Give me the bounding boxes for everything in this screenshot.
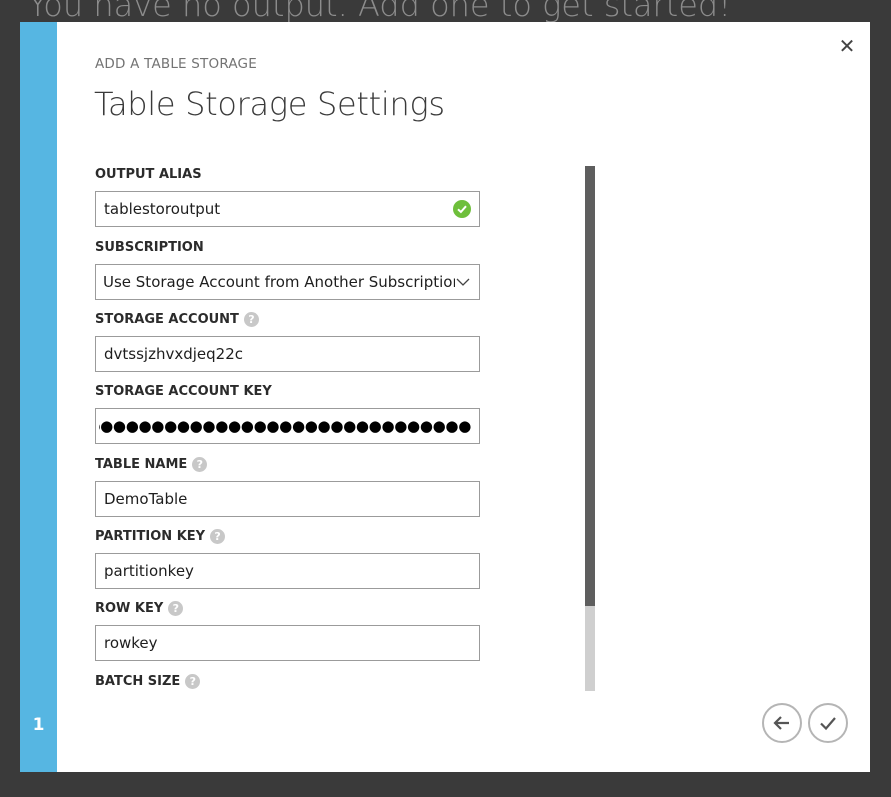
checkmark-icon xyxy=(820,717,836,731)
help-icon[interactable]: ? xyxy=(210,529,226,544)
table-name-label: TABLE NAME ? xyxy=(95,457,208,472)
dialog-title: Table Storage Settings xyxy=(94,85,445,123)
storage-account-value: dvtssjzhvxdjeq22c xyxy=(104,345,243,363)
add-table-storage-dialog: 1 ✕ ADD A TABLE STORAGE Table Storage Se… xyxy=(20,22,870,772)
output-alias-label: OUTPUT ALIAS xyxy=(95,167,202,182)
dialog-eyebrow: ADD A TABLE STORAGE xyxy=(95,56,257,72)
help-icon[interactable]: ? xyxy=(243,312,259,327)
storage-account-key-value: ●●●●●●●●●●●●●●●●●●●●●●●●●●●●●●●●●●●●●●●●… xyxy=(99,417,471,435)
scrollbar-thumb[interactable] xyxy=(585,166,595,606)
confirm-button[interactable] xyxy=(808,703,848,743)
row-key-input[interactable]: rowkey xyxy=(95,625,480,661)
subscription-label: SUBSCRIPTION xyxy=(95,240,204,255)
chevron-down-icon xyxy=(456,278,470,286)
valid-check-icon xyxy=(453,200,471,218)
batch-size-label: BATCH SIZE ? xyxy=(95,674,201,689)
storage-account-key-label: STORAGE ACCOUNT KEY xyxy=(95,384,272,399)
step-number: 1 xyxy=(32,715,45,735)
storage-account-key-input[interactable]: ●●●●●●●●●●●●●●●●●●●●●●●●●●●●●●●●●●●●●●●●… xyxy=(95,408,480,444)
partition-key-value: partitionkey xyxy=(104,562,194,580)
row-key-label: ROW KEY ? xyxy=(95,601,184,616)
subscription-selected-value: Use Storage Account from Another Subscri… xyxy=(103,273,455,291)
step-indicator-bar: 1 xyxy=(20,22,57,772)
output-alias-value: tablestoroutput xyxy=(104,200,221,218)
back-button[interactable] xyxy=(762,703,802,743)
empty-state-text: You have no output. Add one to get start… xyxy=(28,0,732,24)
partition-key-label: PARTITION KEY ? xyxy=(95,529,226,544)
storage-account-input[interactable]: dvtssjzhvxdjeq22c xyxy=(95,336,480,372)
partition-key-input[interactable]: partitionkey xyxy=(95,553,480,589)
help-icon[interactable]: ? xyxy=(192,457,208,472)
help-icon[interactable]: ? xyxy=(185,674,201,689)
output-alias-input[interactable]: tablestoroutput xyxy=(95,191,480,227)
help-icon[interactable]: ? xyxy=(168,601,184,616)
subscription-select[interactable]: Use Storage Account from Another Subscri… xyxy=(95,264,480,300)
row-key-value: rowkey xyxy=(104,634,158,652)
storage-account-label: STORAGE ACCOUNT ? xyxy=(95,312,259,327)
table-name-value: DemoTable xyxy=(104,490,188,508)
close-icon[interactable]: ✕ xyxy=(837,36,857,56)
table-name-input[interactable]: DemoTable xyxy=(95,481,480,517)
arrow-left-icon xyxy=(773,716,789,730)
